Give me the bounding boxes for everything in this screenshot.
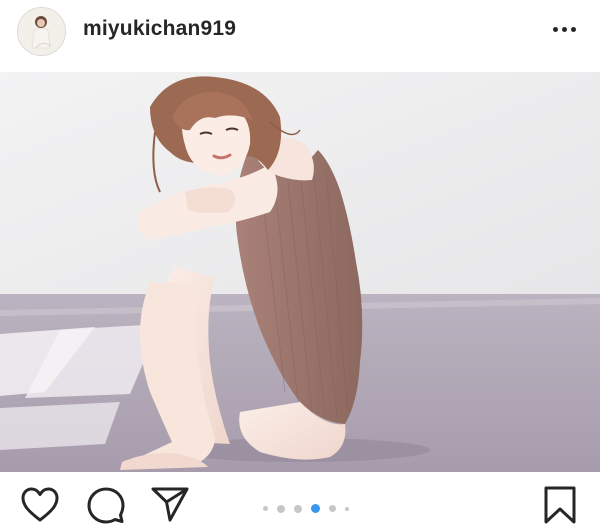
avatar[interactable] [17, 7, 66, 56]
like-button[interactable] [20, 485, 60, 525]
carousel-dot[interactable] [329, 505, 336, 512]
more-options-button[interactable] [548, 18, 580, 42]
post-photo[interactable] [0, 72, 600, 472]
comment-button[interactable] [86, 485, 126, 525]
save-button[interactable] [540, 485, 580, 525]
carousel-dot[interactable] [294, 504, 302, 513]
carousel-dot-active[interactable] [311, 504, 320, 513]
paper-plane-icon [151, 487, 189, 522]
heart-icon [21, 487, 59, 522]
more-dot [571, 27, 576, 32]
carousel-dot[interactable] [345, 506, 349, 511]
comment-bubble-icon [87, 487, 125, 524]
post-header: miyukichan919 [0, 0, 600, 72]
carousel-dot[interactable] [277, 504, 285, 513]
photo-illustration [0, 72, 600, 472]
carousel-dot[interactable] [263, 506, 268, 511]
bookmark-icon [544, 486, 576, 524]
more-horizontal-icon [553, 27, 558, 32]
username[interactable]: miyukichan919 [83, 17, 236, 41]
more-dot [562, 27, 567, 32]
action-bar [0, 472, 600, 531]
carousel-indicator [263, 502, 353, 514]
share-button[interactable] [150, 485, 190, 525]
